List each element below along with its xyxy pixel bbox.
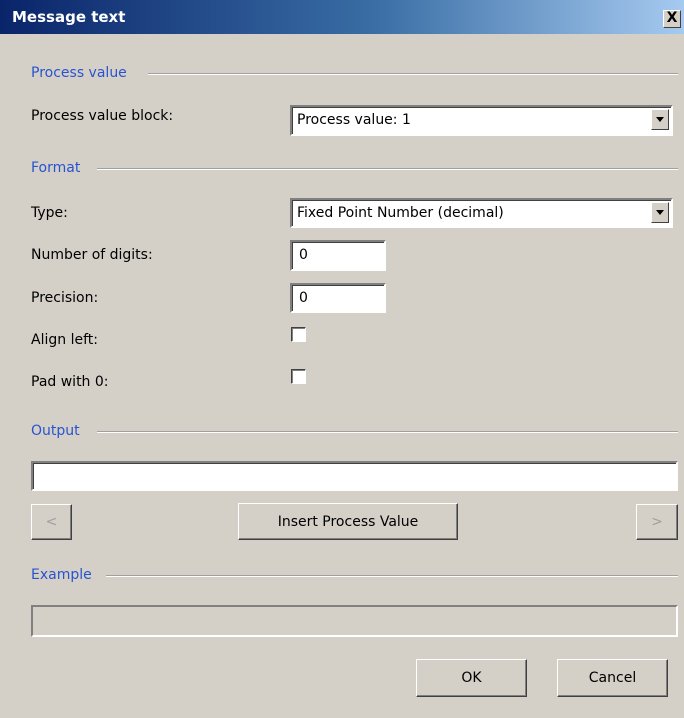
precision-value: 0: [299, 290, 308, 306]
pad-with-zero-checkbox[interactable]: [291, 369, 306, 384]
group-label-output: Output: [31, 423, 80, 439]
example-field: [31, 605, 678, 637]
insert-process-value-label: Insert Process Value: [277, 513, 419, 530]
next-button-label: >: [651, 514, 663, 530]
previous-button-label: <: [45, 514, 58, 530]
process-value-block-value: Process value: 1: [297, 112, 411, 128]
chevron-down-icon[interactable]: [651, 202, 669, 223]
insert-process-value-button[interactable]: Insert Process Value: [238, 503, 458, 540]
group-divider: [97, 168, 678, 170]
ok-button[interactable]: OK: [416, 659, 527, 697]
group-label-process-value: Process value: [31, 65, 127, 81]
number-of-digits-input[interactable]: 0: [290, 240, 386, 271]
window-title: Message text: [12, 8, 126, 26]
number-of-digits-value: 0: [299, 247, 308, 263]
chevron-down-icon[interactable]: [651, 109, 669, 130]
title-bar: Message text X: [0, 0, 684, 34]
process-value-block-label: Process value block:: [31, 108, 174, 124]
group-label-format: Format: [31, 160, 81, 176]
type-label: Type:: [31, 205, 68, 221]
group-divider: [148, 73, 678, 75]
precision-label: Precision:: [31, 290, 99, 306]
align-left-label: Align left:: [31, 332, 98, 348]
group-divider: [106, 575, 678, 577]
ok-button-label: OK: [461, 670, 482, 686]
pad-with-zero-label: Pad with 0:: [31, 374, 109, 390]
cancel-button-label: Cancel: [588, 670, 637, 686]
precision-input[interactable]: 0: [290, 283, 386, 313]
align-left-checkbox[interactable]: [291, 327, 306, 342]
cancel-button[interactable]: Cancel: [557, 659, 668, 697]
type-select[interactable]: Fixed Point Number (decimal): [290, 198, 673, 228]
group-label-example: Example: [31, 567, 92, 583]
process-value-block-select[interactable]: Process value: 1: [290, 105, 673, 136]
next-button[interactable]: >: [636, 504, 678, 540]
output-field[interactable]: [31, 461, 678, 491]
number-of-digits-label: Number of digits:: [31, 247, 153, 263]
group-divider: [97, 431, 678, 433]
previous-button[interactable]: <: [31, 504, 72, 540]
close-button[interactable]: X: [663, 10, 681, 28]
type-value: Fixed Point Number (decimal): [297, 205, 504, 221]
